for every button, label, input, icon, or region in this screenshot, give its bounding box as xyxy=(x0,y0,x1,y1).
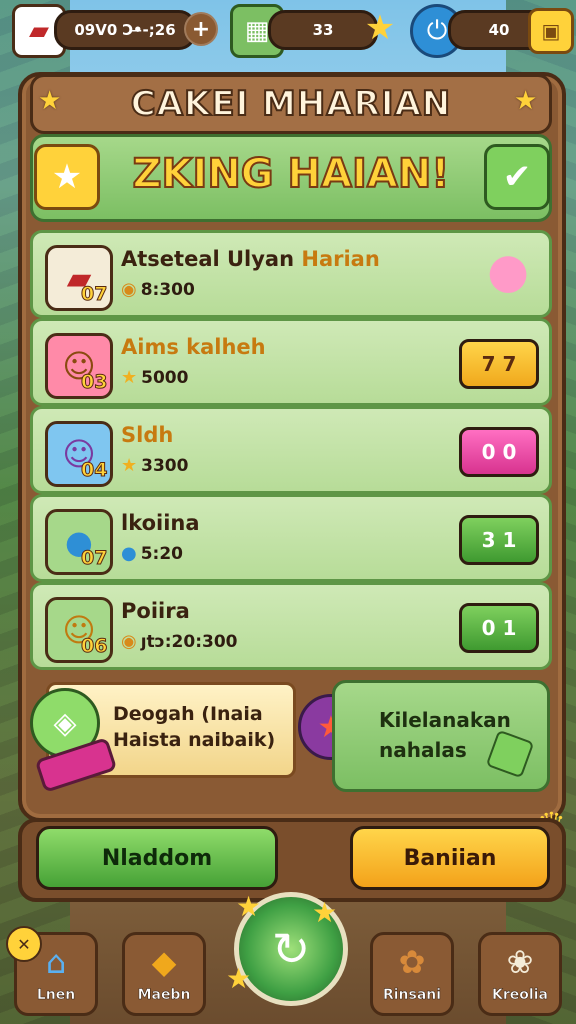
map-icon: ◆ xyxy=(151,943,177,981)
top-resource-bar: ▰ 09V0 Ͻ•̶-;26 + ▦ 33 ★ ⏻ 40 ▣ xyxy=(0,0,576,58)
banner-title: ZKING HAIAN! xyxy=(131,150,450,198)
quest-reward: ● 5:20 xyxy=(121,543,184,564)
daily-banner: ZKING HAIAN! xyxy=(30,134,552,222)
gems-value: 33 xyxy=(312,21,334,39)
quest-title: Sldh xyxy=(121,423,174,447)
claim-button[interactable]: 0 0 xyxy=(459,427,539,477)
quest-row[interactable]: ▰ 07 Atseteal Ulyan Harian ◉ 8:300 ● xyxy=(30,230,552,318)
nav-label: Rinsani xyxy=(382,987,442,1004)
star-icon: ★ xyxy=(364,8,396,48)
quest-title: Poiira xyxy=(121,599,190,623)
shop-bag-icon[interactable]: ▣ xyxy=(528,8,574,54)
quest-number: 04 xyxy=(80,459,108,482)
star-icon: ★ xyxy=(236,890,262,923)
star-icon: ★ xyxy=(38,86,62,116)
star-icon: ★ xyxy=(121,455,138,476)
bubble-icon: ● xyxy=(121,543,137,564)
check-button[interactable]: ✔ xyxy=(484,144,550,210)
flower-icon: ❀ xyxy=(506,943,534,981)
badge-icon: ✕ xyxy=(6,926,42,962)
nav-item-map[interactable]: ◆ Maebn xyxy=(122,932,206,1016)
quest-reward: ★ 3300 xyxy=(121,455,189,476)
star-icon: ★ xyxy=(226,962,252,995)
quest-number: 07 xyxy=(80,547,108,570)
quest-title: lkoiina xyxy=(121,511,200,535)
nav-item-kreolia[interactable]: ❀ Kreolia xyxy=(478,932,562,1016)
currency-value: 09V0 Ͻ•̶-;26 xyxy=(74,21,176,39)
add-currency-button[interactable]: + xyxy=(184,12,218,46)
secondary-action-button[interactable]: Baniian xyxy=(350,826,550,890)
nav-label: Maebn xyxy=(137,987,191,1004)
quest-number: 07 xyxy=(80,283,108,306)
scroll-text: Deogah (Inaia Haista naibaik) xyxy=(113,703,276,751)
title-plank: CAKEI MHARIAN xyxy=(30,74,552,134)
page-title: CAKEI MHARIAN xyxy=(130,83,452,125)
energy-value: 40 xyxy=(488,21,510,39)
claim-button[interactable]: 0 1 xyxy=(459,603,539,653)
coin-icon: ◉ xyxy=(121,631,137,652)
nav-label: Lnen xyxy=(36,987,76,1004)
cookie-icon: ✿ xyxy=(398,943,426,981)
primary-action-button[interactable]: Nladdom xyxy=(36,826,278,890)
quest-reward: ◉ ȷtͻ:20:300 xyxy=(121,631,238,652)
quest-reward: ★ 5000 xyxy=(121,367,189,388)
quest-row[interactable]: ● 07 lkoiina ● 5:20 3 1 xyxy=(30,494,552,582)
star-icon: ★ xyxy=(312,896,338,929)
quest-title: Aims kalheh xyxy=(121,335,266,359)
nav-item-rinsani[interactable]: ✿ Rinsani xyxy=(370,932,454,1016)
quest-title: Atseteal Ulyan Harian xyxy=(121,247,380,271)
quest-row[interactable]: ☺ 06 Poiira ◉ ȷtͻ:20:300 0 1 xyxy=(30,582,552,670)
star-icon: ★ xyxy=(121,367,138,388)
quest-number: 06 xyxy=(80,635,108,658)
nav-label: Kreolia xyxy=(492,987,548,1004)
claim-button[interactable]: 3 1 xyxy=(459,515,539,565)
quest-row[interactable]: ☺ 04 Sldh ★3300 0 0 ♛ xyxy=(30,406,566,843)
star-icon: ★ xyxy=(514,86,538,116)
currency-counter: 09V0 Ͻ•̶-;26 xyxy=(54,10,196,50)
reward-panel[interactable]: Kilelanakan nahalas xyxy=(332,680,550,792)
quest-row[interactable]: ☺ 03 Aims kalheh ★ 5000 7 7 xyxy=(30,318,552,406)
quest-number: 03 xyxy=(80,371,108,394)
quest-reward: ◉ 8:300 xyxy=(121,279,195,300)
coin-icon: ◉ xyxy=(121,279,137,300)
claim-button[interactable]: 7 7 xyxy=(459,339,539,389)
pig-mascot-icon: ● xyxy=(487,243,529,299)
swirl-icon: ↻ xyxy=(271,922,311,976)
favorite-star-button[interactable]: ★ xyxy=(34,144,100,210)
